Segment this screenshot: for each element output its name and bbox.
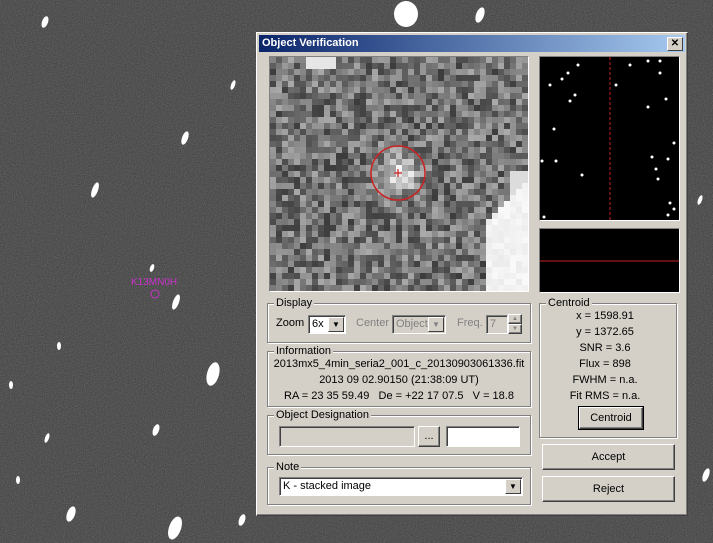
star-map-pane[interactable]: [539, 56, 680, 221]
display-group-label: Display: [274, 297, 315, 310]
information-group: Information 2013mx5_4min_seria2_001_c_20…: [267, 345, 531, 407]
designation-group-label: Object Designation: [274, 409, 371, 422]
centroid-flux: Flux = 898: [579, 358, 631, 370]
spin-down-icon[interactable]: ▼: [508, 324, 522, 334]
freq-spinner[interactable]: ▲ ▼: [508, 314, 522, 334]
freq-value: 7: [490, 318, 497, 330]
object-label: K13MN0H: [131, 277, 177, 288]
center-select[interactable]: Object ▼: [392, 315, 446, 334]
close-icon[interactable]: ✕: [667, 37, 683, 51]
dialog-title-bar[interactable]: Object Verification ✕: [259, 35, 685, 52]
centroid-snr: SNR = 3.6: [579, 342, 631, 354]
star-map: [540, 57, 679, 220]
note-group-label: Note: [274, 461, 302, 474]
spin-up-icon[interactable]: ▲: [508, 314, 522, 324]
profile-pane: [539, 228, 680, 293]
designation-group: Object Designation ...: [267, 409, 531, 455]
zoom-value: 6x: [312, 318, 324, 330]
zoom-image-pane[interactable]: [269, 56, 529, 292]
centroid-y: y = 1372.65: [576, 326, 634, 338]
centroid-fwhm: FWHM = n.a.: [572, 374, 638, 386]
freq-input[interactable]: 7: [486, 315, 508, 334]
centroid-button[interactable]: Centroid: [578, 406, 644, 430]
note-group: Note K - stacked image ▼: [267, 461, 531, 505]
display-group: Display Zoom 6x ▼ Center Object ▼ Freq. …: [267, 297, 531, 343]
zoom-label: Zoom: [276, 317, 305, 329]
profile-plot: [540, 229, 679, 292]
chevron-down-icon[interactable]: ▼: [428, 317, 444, 332]
zoom-image: [270, 57, 528, 291]
chevron-down-icon[interactable]: ▼: [505, 479, 521, 494]
designation-field[interactable]: [279, 426, 415, 447]
info-date: 2013 09 02.90150 (21:38:09 UT): [319, 374, 479, 386]
object-verification-dialog: Object Verification ✕ Display Zoom 6x ▼ …: [256, 32, 688, 516]
center-label: Center: [356, 317, 390, 329]
center-value: Object: [396, 318, 428, 330]
note-select[interactable]: K - stacked image ▼: [279, 477, 523, 496]
reject-button[interactable]: Reject: [542, 476, 675, 502]
note-value: K - stacked image: [283, 480, 372, 492]
zoom-select[interactable]: 6x ▼: [308, 315, 346, 334]
freq-label: Freq.: [457, 317, 483, 329]
info-filename: 2013mx5_4min_seria2_001_c_20130903061336…: [273, 358, 525, 370]
designation-code-field[interactable]: [446, 426, 520, 447]
dialog-title: Object Verification: [262, 37, 359, 49]
centroid-fit-rms: Fit RMS = n.a.: [569, 390, 641, 402]
browse-button[interactable]: ...: [418, 426, 440, 447]
centroid-x: x = 1598.91: [576, 310, 634, 322]
accept-button[interactable]: Accept: [542, 444, 675, 470]
info-coordinates: RA = 23 35 59.49 De = +22 17 07.5 V = 18…: [284, 390, 514, 402]
centroid-group: Centroid x = 1598.91 y = 1372.65 SNR = 3…: [539, 297, 677, 438]
chevron-down-icon[interactable]: ▼: [328, 317, 344, 332]
